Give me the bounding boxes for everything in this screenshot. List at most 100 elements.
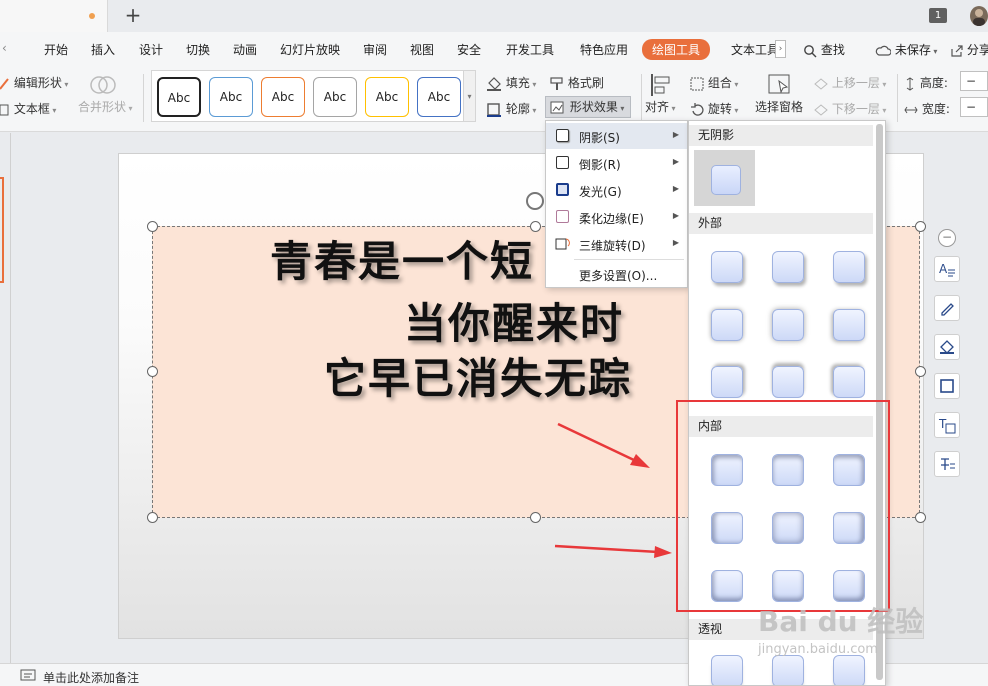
align-icon	[651, 74, 670, 96]
shadow-option-outer-6[interactable]	[833, 309, 865, 341]
text-style-icon: A	[939, 262, 955, 277]
share-button[interactable]: 分享	[950, 41, 988, 58]
glow-icon	[556, 183, 569, 196]
shadow-option-outer-5[interactable]	[772, 309, 804, 341]
resize-handle[interactable]	[915, 512, 926, 523]
menu-tab-review[interactable]: 审阅	[363, 41, 387, 58]
menu-tab-insert[interactable]: 插入	[91, 41, 115, 58]
shape-style-4[interactable]: Abc	[313, 77, 357, 117]
menu-item-shadow[interactable]: 阴影(S) ▶	[546, 123, 687, 149]
resize-handle[interactable]	[147, 221, 158, 232]
submenu-arrow-icon: ▶	[672, 130, 679, 139]
menu-item-label: 三维旋转(D)	[579, 239, 646, 253]
font-tool-button[interactable]	[934, 451, 960, 477]
shadow-option-outer-8[interactable]	[772, 366, 804, 398]
shadow-option-none[interactable]	[694, 150, 755, 206]
bring-forward-button[interactable]: 上移一层 ▾	[814, 74, 886, 91]
menu-item-3d-rotation[interactable]: 三维旋转(D) ▶	[546, 231, 687, 257]
outline-tool-button[interactable]	[934, 373, 960, 399]
menu-tab-developer[interactable]: 开发工具	[506, 41, 554, 58]
shape-style-3[interactable]: Abc	[261, 77, 305, 117]
menu-tab-animation[interactable]: 动画	[233, 41, 257, 58]
resize-handle[interactable]	[530, 512, 541, 523]
menu-item-glow[interactable]: 发光(G) ▶	[546, 177, 687, 203]
menu-scroll-left-icon[interactable]: ‹	[2, 41, 7, 55]
collapse-tools-button[interactable]: −	[938, 229, 956, 247]
shape-style-2[interactable]: Abc	[209, 77, 253, 117]
notes-placeholder[interactable]: 单击此处添加备注	[43, 669, 139, 686]
search-icon	[804, 44, 817, 57]
resize-handle[interactable]	[147, 366, 158, 377]
new-tab-button[interactable]: +	[122, 4, 144, 26]
menu-item-soft-edges[interactable]: 柔化边缘(E) ▶	[546, 204, 687, 230]
group-label: 组合	[707, 76, 732, 90]
format-painter-button[interactable]: 格式刷	[550, 74, 604, 91]
shape-style-5[interactable]: Abc	[365, 77, 409, 117]
search-button[interactable]: 查找	[803, 41, 845, 58]
text-box-button[interactable]: 文本框 ▾	[0, 100, 56, 117]
menu-item-reflection[interactable]: 倒影(R) ▶	[546, 150, 687, 176]
menu-tab-home[interactable]: 开始	[44, 41, 68, 58]
shape-style-gallery: Abc Abc Abc Abc Abc Abc	[151, 70, 464, 122]
menu-item-more-settings[interactable]: 更多设置(O)...	[546, 261, 687, 287]
rotate-button[interactable]: 旋转 ▾	[690, 100, 738, 117]
menu-tab-security[interactable]: 安全	[457, 41, 481, 58]
text-box-icon: T	[938, 417, 956, 434]
resize-handle[interactable]	[915, 366, 926, 377]
notes-icon	[20, 669, 36, 681]
pen-tool-button[interactable]	[934, 295, 960, 321]
outline-button[interactable]: 轮廓 ▾	[486, 100, 536, 117]
selection-pane-button[interactable]: 选择窗格	[755, 72, 803, 115]
menu-tab-text-tools[interactable]: 文本工具	[731, 41, 779, 58]
shadow-option-outer-9[interactable]	[833, 366, 865, 398]
menu-more-icon[interactable]: ›	[775, 40, 786, 58]
slide-text-line-3[interactable]: 它早已消失无踪	[324, 345, 632, 406]
resize-handle[interactable]	[915, 221, 926, 232]
menu-tab-design[interactable]: 设计	[139, 41, 163, 58]
shadow-option-perspective-3[interactable]	[833, 655, 865, 685]
shadow-option-perspective-1[interactable]	[711, 655, 743, 685]
rotate-handle[interactable]	[526, 192, 544, 210]
gallery-scroll-icon[interactable]: ▾	[464, 70, 476, 122]
text-box-tool-button[interactable]: T	[934, 412, 960, 438]
shadow-option-outer-4[interactable]	[711, 309, 743, 341]
shadow-option-outer-1[interactable]	[711, 251, 743, 283]
fill-button[interactable]: 填充 ▾	[486, 74, 536, 91]
user-avatar[interactable]	[970, 6, 988, 26]
align-button[interactable]: 对齐 ▾	[645, 72, 676, 115]
submenu-arrow-icon: ▶	[672, 157, 679, 166]
shape-style-1[interactable]: Abc	[157, 77, 201, 117]
slide-text-line-1[interactable]: 青春是一个短	[270, 228, 534, 289]
selected-slide-thumbnail[interactable]	[0, 177, 4, 283]
save-status-label: 未保存	[894, 43, 931, 57]
fill-tool-button[interactable]	[934, 334, 960, 360]
shadow-option-outer-2[interactable]	[772, 251, 804, 283]
shadow-option-outer-7[interactable]	[711, 366, 743, 398]
menu-tab-features[interactable]: 特色应用	[580, 41, 628, 58]
document-tab[interactable]	[0, 0, 108, 32]
rotate-label: 旋转	[707, 102, 732, 116]
shape-effect-button[interactable]: 形状效果 ▾	[545, 96, 631, 118]
height-stepper[interactable]: −	[960, 71, 988, 91]
menu-item-label: 更多设置(O)...	[579, 269, 658, 283]
menu-tab-drawing-tools[interactable]: 绘图工具	[642, 39, 711, 60]
text-style-tool-button[interactable]: A	[934, 256, 960, 282]
save-status-button[interactable]: 未保存 ▾	[875, 41, 937, 58]
window-count-badge[interactable]: 1	[929, 8, 947, 23]
shadow-option-outer-3[interactable]	[833, 251, 865, 283]
slide-text-line-2[interactable]: 当你醒来时	[404, 290, 624, 351]
edit-shape-button[interactable]: 编辑形状 ▾	[0, 74, 68, 91]
menu-item-label: 倒影(R)	[579, 158, 621, 172]
menu-tab-transition[interactable]: 切换	[186, 41, 210, 58]
menu-tab-view[interactable]: 视图	[410, 41, 434, 58]
menu-bar: ‹ 开始 插入 设计 切换 动画 幻灯片放映 审阅 视图 安全 开发工具 特色应…	[0, 32, 988, 66]
send-backward-button[interactable]: 下移一层 ▾	[814, 100, 886, 117]
width-stepper[interactable]: −	[960, 97, 988, 117]
menu-tab-slideshow[interactable]: 幻灯片放映	[280, 41, 340, 58]
resize-handle[interactable]	[147, 512, 158, 523]
watermark-url: jingyan.baidu.com	[758, 642, 878, 657]
shape-style-6[interactable]: Abc	[417, 77, 461, 117]
shadow-option-perspective-2[interactable]	[772, 655, 804, 685]
group-button[interactable]: 组合 ▾	[690, 74, 738, 91]
merge-shape-button[interactable]: 合并形状 ▾	[78, 72, 133, 115]
